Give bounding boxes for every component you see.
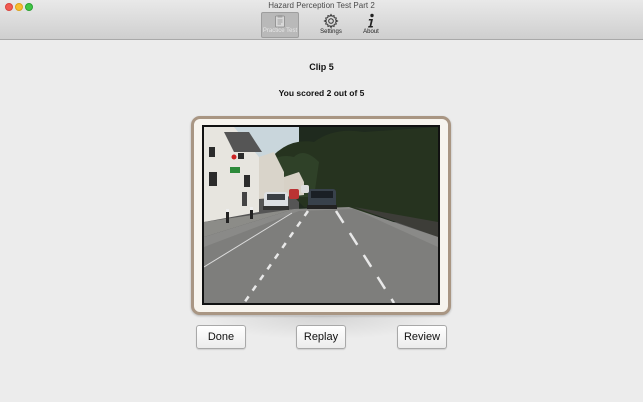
toolbar-settings-label: Settings xyxy=(320,29,342,35)
replay-button[interactable]: Replay xyxy=(296,325,346,349)
review-button[interactable]: Review xyxy=(397,325,447,349)
done-button[interactable]: Done xyxy=(196,325,246,349)
video-player[interactable] xyxy=(202,125,440,305)
app-window: Hazard Perception Test Part 2 Practice T… xyxy=(0,0,643,402)
score-text: You scored 2 out of 5 xyxy=(278,88,365,98)
toolbar-practice-test-label: Practice Test xyxy=(262,28,298,34)
clip-title: Clip 5 xyxy=(309,62,334,72)
window-title: Hazard Perception Test Part 2 xyxy=(268,1,375,10)
road-video-still xyxy=(204,127,438,303)
info-icon xyxy=(368,13,374,28)
toolbar-about-label: About xyxy=(363,29,379,35)
toolbar-settings[interactable]: Settings xyxy=(313,12,349,38)
toolbar-about[interactable]: About xyxy=(355,12,387,38)
toolbar-practice-test[interactable]: Practice Test xyxy=(261,12,299,38)
gear-icon xyxy=(323,13,339,29)
video-frame xyxy=(191,116,451,315)
clipboard-icon xyxy=(275,15,285,28)
title-bar: Hazard Perception Test Part 2 Practice T… xyxy=(0,0,643,40)
